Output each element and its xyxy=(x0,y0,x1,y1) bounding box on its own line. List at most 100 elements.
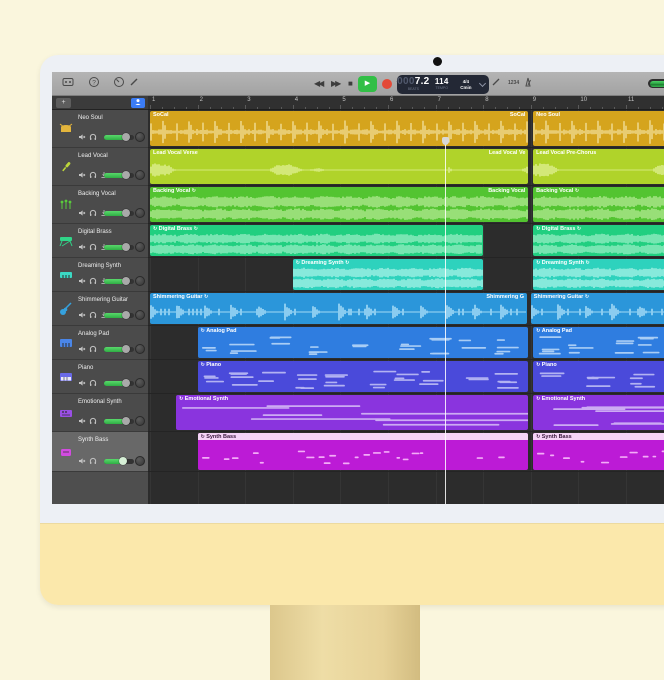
volume-knob[interactable] xyxy=(122,243,130,251)
region[interactable]: ↻ Emotional Synth xyxy=(533,395,664,430)
region[interactable]: Shimmering Guitar ↻Shimmering G xyxy=(150,293,527,324)
region[interactable]: ↻ Piano xyxy=(198,361,529,392)
lcd-display[interactable]: 0007.2 BEATS 114 TEMPO 4/4 Cmin xyxy=(397,75,489,94)
mute-button[interactable] xyxy=(78,204,86,222)
record-button[interactable] xyxy=(382,79,392,89)
region[interactable]: ↻ Dreaming Synth ↻ xyxy=(533,259,664,290)
volume-knob[interactable] xyxy=(122,277,130,285)
editor-pencil-icon[interactable] xyxy=(126,76,142,92)
mute-button[interactable] xyxy=(78,166,86,184)
pan-knob[interactable] xyxy=(135,378,145,388)
play-button[interactable]: ▶ xyxy=(358,76,377,92)
track-header-piano[interactable]: Piano xyxy=(52,360,148,394)
region[interactable]: ↻ Analog Pad xyxy=(198,327,529,358)
timeline-row[interactable]: ↻ Dreaming Synth ↻ ↻ Dreaming Synth ↻ xyxy=(148,258,664,292)
timeline-row[interactable]: Lead Vocal VerseLead Vocal VeLead Vocal … xyxy=(148,148,664,186)
region[interactable]: Lead Vocal Pre-Chorus xyxy=(533,149,664,184)
timeline-row[interactable]: ↻ Emotional Synth↻ Emotional Synth xyxy=(148,394,664,432)
pan-knob[interactable] xyxy=(135,344,145,354)
mute-button[interactable] xyxy=(78,374,86,392)
region[interactable]: ↻ Piano xyxy=(533,361,664,392)
track-header-neo-soul[interactable]: Neo Soul xyxy=(52,110,148,148)
region[interactable]: Lead Vocal VerseLead Vocal Ve xyxy=(150,149,528,184)
solo-button[interactable] xyxy=(89,238,97,256)
count-in-icon[interactable]: 1234 xyxy=(508,80,519,86)
volume-knob[interactable] xyxy=(119,457,127,465)
solo-button[interactable] xyxy=(89,166,97,184)
region[interactable]: Neo Soul xyxy=(533,111,664,146)
timeline-row[interactable]: SoCalSoCalNeo Soul xyxy=(148,110,664,148)
mute-button[interactable] xyxy=(78,340,86,358)
volume-slider[interactable] xyxy=(104,135,134,140)
track-header-backing-vocal[interactable]: Backing Vocal xyxy=(52,186,148,224)
region[interactable]: ↻ Synth Bass xyxy=(533,433,664,470)
solo-button[interactable] xyxy=(89,412,97,430)
mute-button[interactable] xyxy=(78,412,86,430)
forward-button[interactable]: ▶▶ xyxy=(331,78,339,90)
volume-slider[interactable] xyxy=(104,211,134,216)
timeline-row[interactable]: Backing Vocal ↻Backing VocalBacking Voca… xyxy=(148,186,664,224)
smart-controls-icon[interactable] xyxy=(111,76,127,92)
volume-knob[interactable] xyxy=(122,417,130,425)
volume-knob[interactable] xyxy=(122,379,130,387)
volume-knob[interactable] xyxy=(122,171,130,179)
mute-button[interactable] xyxy=(78,128,86,146)
region[interactable]: ↻ Dreaming Synth ↻ xyxy=(293,259,483,290)
volume-knob[interactable] xyxy=(122,209,130,217)
volume-slider[interactable] xyxy=(104,381,134,386)
track-header-analog-pad[interactable]: Analog Pad xyxy=(52,326,148,360)
region[interactable]: ↻ Digital Brass ↻ xyxy=(533,225,664,256)
region[interactable]: ↻ Synth Bass xyxy=(198,433,529,470)
pan-knob[interactable] xyxy=(135,276,145,286)
solo-button[interactable] xyxy=(89,452,97,470)
timeline-row[interactable]: ↻ Piano↻ Piano xyxy=(148,360,664,394)
region[interactable]: Shimmering Guitar ↻ xyxy=(531,293,664,324)
volume-slider[interactable] xyxy=(104,347,134,352)
mute-button[interactable] xyxy=(78,238,86,256)
volume-slider[interactable] xyxy=(104,459,134,464)
add-track-button[interactable]: + xyxy=(56,98,71,108)
volume-slider[interactable] xyxy=(104,313,134,318)
mute-button[interactable] xyxy=(78,452,86,470)
metronome-icon[interactable] xyxy=(520,76,536,92)
pan-knob[interactable] xyxy=(135,456,145,466)
rewind-button[interactable]: ◀◀ xyxy=(314,78,322,90)
track-header-dreaming-synth[interactable]: Dreaming Synth xyxy=(52,258,148,292)
timeline-ruler[interactable]: 1234567891011 xyxy=(148,96,664,110)
region[interactable]: Backing Vocal ↻ xyxy=(533,187,664,222)
pan-knob[interactable] xyxy=(135,242,145,252)
media-browser-icon[interactable] xyxy=(60,76,76,92)
mute-button[interactable] xyxy=(78,272,86,290)
quick-help-icon[interactable]: ? xyxy=(86,76,102,92)
timeline-row[interactable]: ↻ Synth Bass↻ Synth Bass xyxy=(148,432,664,472)
track-header-lead-vocal[interactable]: Lead Vocal xyxy=(52,148,148,186)
track-header-synth-bass[interactable]: Synth Bass xyxy=(52,432,148,472)
region[interactable]: ↻ Emotional Synth xyxy=(176,395,528,430)
volume-slider[interactable] xyxy=(104,419,134,424)
tracks-timeline[interactable]: SoCalSoCalNeo SoulLead Vocal VerseLead V… xyxy=(148,110,664,504)
solo-button[interactable] xyxy=(89,340,97,358)
automation-pencil-icon[interactable] xyxy=(488,76,504,92)
volume-slider[interactable] xyxy=(104,245,134,250)
solo-button[interactable] xyxy=(89,374,97,392)
solo-button[interactable] xyxy=(89,272,97,290)
track-header-shimmering-guitar[interactable]: Shimmering Guitar xyxy=(52,292,148,326)
volume-knob[interactable] xyxy=(122,311,130,319)
timeline-row[interactable]: ↻ Analog Pad↻ Analog Pad xyxy=(148,326,664,360)
stop-button[interactable]: ■ xyxy=(348,78,353,90)
volume-knob[interactable] xyxy=(122,345,130,353)
pan-knob[interactable] xyxy=(135,416,145,426)
region[interactable]: ↻ Digital Brass ↻ xyxy=(150,225,483,256)
region[interactable]: ↻ Analog Pad xyxy=(533,327,664,358)
pan-knob[interactable] xyxy=(135,132,145,142)
playhead-line[interactable] xyxy=(445,140,446,504)
volume-knob[interactable] xyxy=(122,133,130,141)
chevron-down-icon[interactable] xyxy=(479,80,486,87)
solo-button[interactable] xyxy=(89,306,97,324)
timeline-row[interactable]: ↻ Digital Brass ↻ ↻ Digital Brass ↻ xyxy=(148,224,664,258)
track-header-icon[interactable] xyxy=(131,98,145,108)
mute-button[interactable] xyxy=(78,306,86,324)
region[interactable]: Backing Vocal ↻Backing Vocal xyxy=(150,187,528,222)
track-header-digital-brass[interactable]: Digital Brass xyxy=(52,224,148,258)
master-volume-slider[interactable] xyxy=(648,79,664,88)
